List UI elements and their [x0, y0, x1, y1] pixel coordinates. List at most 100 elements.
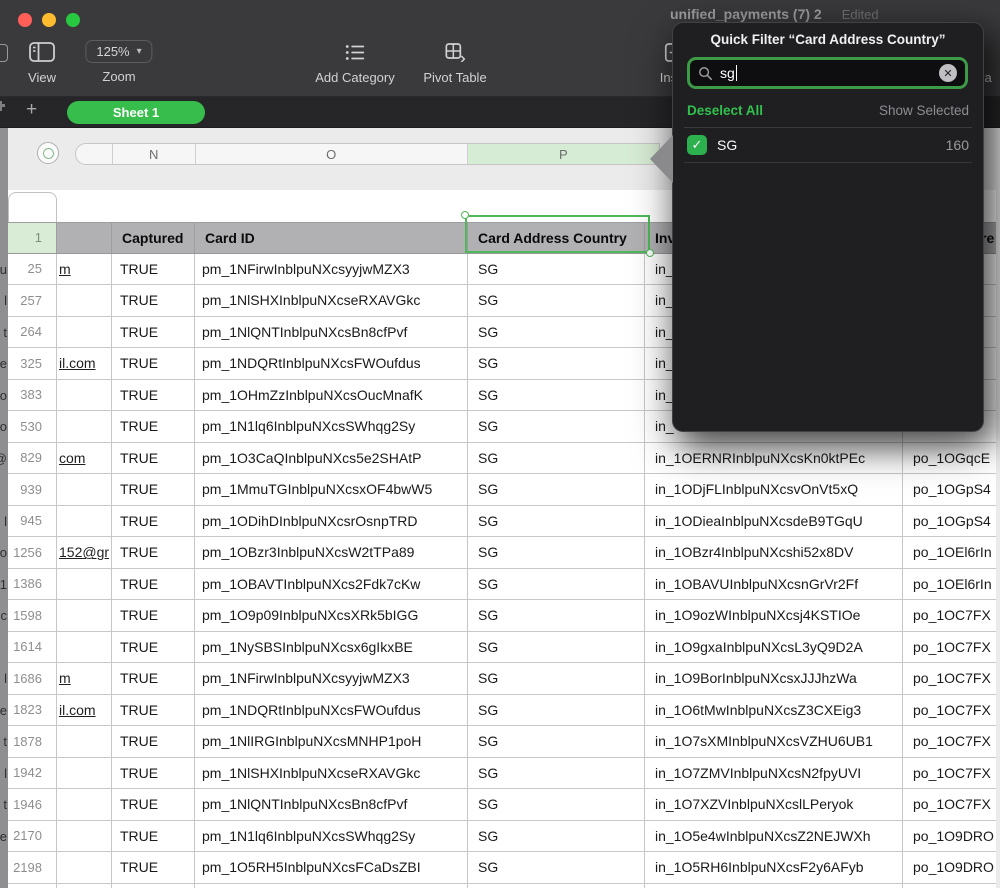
pivot-table-button[interactable]: Pivot Table: [423, 0, 486, 85]
captured-cell[interactable]: TRUE: [112, 474, 195, 505]
show-selected-link[interactable]: Show Selected: [879, 103, 969, 118]
country-cell[interactable]: SG: [468, 285, 645, 316]
captured-cell[interactable]: TRUE: [112, 285, 195, 316]
email-cell-clipped[interactable]: [57, 506, 112, 537]
captured-cell[interactable]: TRUE: [112, 695, 195, 726]
invoice-cell[interactable]: in_1O9gxaInblpuNXcsL3yQ9D2A: [645, 632, 903, 663]
email-cell-clipped[interactable]: [57, 632, 112, 663]
country-cell[interactable]: [468, 884, 645, 888]
email-cell-clipped[interactable]: [57, 852, 112, 883]
payout-cell[interactable]: po_1OGpS4: [903, 506, 996, 537]
email-cell-clipped[interactable]: m: [57, 663, 112, 694]
email-cell-clipped[interactable]: 152@gr: [57, 537, 112, 568]
invoice-cell[interactable]: in_1OBAVUInblpuNXcsnGrVr2Ff: [645, 569, 903, 600]
captured-cell[interactable]: TRUE: [112, 852, 195, 883]
row-number-cell[interactable]: 1614: [8, 632, 57, 663]
captured-cell[interactable]: TRUE: [112, 537, 195, 568]
captured-column-header[interactable]: Captured: [112, 223, 195, 253]
captured-cell[interactable]: TRUE: [112, 789, 195, 820]
card-id-cell[interactable]: pm_1NFirwInblpuNXcsyyjwMZX3: [195, 254, 468, 285]
payout-cell[interactable]: po_1OC7FX: [903, 663, 996, 694]
invoice-cell[interactable]: in_1O9ozWInblpuNXcsj4KSTIOe: [645, 600, 903, 631]
email-cell-clipped[interactable]: [57, 569, 112, 600]
captured-cell[interactable]: TRUE: [112, 254, 195, 285]
row-number-cell[interactable]: 1823: [8, 695, 57, 726]
view-button[interactable]: View: [28, 0, 56, 85]
filter-option-row[interactable]: ✓ SG 160: [687, 129, 969, 161]
invoice-cell[interactable]: in_1O5RH6InblpuNXcsF2y6AFyb: [645, 852, 903, 883]
table-handle[interactable]: [37, 142, 59, 164]
card-id-cell[interactable]: pm_1O9p09InblpuNXcsXRk5bIGG: [195, 600, 468, 631]
invoice-cell[interactable]: in_1O9BorInblpuNXcsxJJJhzWa: [645, 663, 903, 694]
zoom-control[interactable]: 125% ▾ Zoom: [85, 0, 152, 84]
row-number-cell[interactable]: 2198: [8, 852, 57, 883]
captured-cell[interactable]: TRUE: [112, 663, 195, 694]
column-letter-p-selected[interactable]: P: [468, 144, 659, 164]
payout-cell[interactable]: po_1OC7FX: [903, 632, 996, 663]
row-number-cell[interactable]: 25: [8, 254, 57, 285]
payout-cell[interactable]: po_1OEl6rIn: [903, 537, 996, 568]
captured-cell[interactable]: TRUE: [112, 506, 195, 537]
email-cell-clipped[interactable]: [57, 411, 112, 442]
payout-cell[interactable]: po_1O9DRO: [903, 852, 996, 883]
card-address-country-column-header[interactable]: Card Address Country: [468, 223, 645, 253]
captured-cell[interactable]: TRUE: [112, 758, 195, 789]
email-cell-clipped[interactable]: [57, 474, 112, 505]
captured-cell[interactable]: TRUE: [112, 821, 195, 852]
row-number-header[interactable]: 1: [8, 223, 57, 253]
captured-cell[interactable]: TRUE: [112, 348, 195, 379]
zoom-dropdown[interactable]: 125% ▾: [85, 40, 152, 63]
row-number-cell[interactable]: 530: [8, 411, 57, 442]
email-cell-clipped[interactable]: il.com: [57, 348, 112, 379]
invoice-cell[interactable]: [645, 884, 903, 888]
invoice-cell[interactable]: in_1OBzr4InblpuNXcshi52x8DV: [645, 537, 903, 568]
payout-cell[interactable]: po_1OEl6rIn: [903, 569, 996, 600]
email-cell-clipped[interactable]: [57, 285, 112, 316]
invoice-cell[interactable]: in_1ODieaInblpuNXcsdeB9TGqU: [645, 506, 903, 537]
row-number-cell[interactable]: 1256: [8, 537, 57, 568]
email-cell-clipped[interactable]: [57, 821, 112, 852]
country-cell[interactable]: SG: [468, 348, 645, 379]
card-id-cell[interactable]: pm_1MmuTGInblpuNXcsxOF4bwW5: [195, 474, 468, 505]
row-number-cell[interactable]: 383: [8, 380, 57, 411]
card-id-cell[interactable]: pm_1N1lq6InblpuNXcsSWhqg2Sy: [195, 821, 468, 852]
country-cell[interactable]: SG: [468, 663, 645, 694]
email-cell-clipped[interactable]: il.com: [57, 695, 112, 726]
row-number-cell[interactable]: 1878: [8, 726, 57, 757]
country-cell[interactable]: SG: [468, 443, 645, 474]
filter-search-input[interactable]: sg ✕: [687, 57, 968, 89]
card-id-cell[interactable]: pm_1NlIRGInblpuNXcsMNHP1poH: [195, 726, 468, 757]
deselect-all-link[interactable]: Deselect All: [687, 103, 763, 118]
row-number-cell[interactable]: 939: [8, 474, 57, 505]
country-cell[interactable]: SG: [468, 600, 645, 631]
country-cell[interactable]: SG: [468, 380, 645, 411]
payout-cell[interactable]: po_1OGqcE: [903, 443, 996, 474]
add-category-button[interactable]: Add Category: [315, 0, 395, 85]
column-letter-n[interactable]: N: [113, 144, 196, 164]
card-id-cell[interactable]: pm_1OBAVTInblpuNXcs2Fdk7cKw: [195, 569, 468, 600]
payout-cell[interactable]: po_1OC7FX: [903, 789, 996, 820]
country-cell[interactable]: SG: [468, 537, 645, 568]
captured-cell[interactable]: TRUE: [112, 380, 195, 411]
add-sheet-button[interactable]: +: [26, 99, 37, 121]
row-number-cell[interactable]: 829: [8, 443, 57, 474]
card-id-cell[interactable]: pm_1ODihDInblpuNXcsrOsnpTRD: [195, 506, 468, 537]
card-id-cell[interactable]: pm_1NFirwInblpuNXcsyyjwMZX3: [195, 663, 468, 694]
country-cell[interactable]: SG: [468, 632, 645, 663]
card-id-cell[interactable]: pm_1O3CaQInblpuNXcs5e2SHAtP: [195, 443, 468, 474]
invoice-cell[interactable]: in_1O6tMwInblpuNXcsZ3CXEig3: [645, 695, 903, 726]
country-cell[interactable]: SG: [468, 317, 645, 348]
card-id-cell[interactable]: pm_1OHmZzInblpuNXcsOucMnafK: [195, 380, 468, 411]
captured-cell[interactable]: TRUE: [112, 443, 195, 474]
captured-cell[interactable]: [112, 884, 195, 888]
country-cell[interactable]: SG: [468, 569, 645, 600]
column-letter-o[interactable]: O: [196, 144, 468, 164]
email-cell-clipped[interactable]: com: [57, 443, 112, 474]
card-id-cell[interactable]: pm_1NlQNTInblpuNXcsBn8cfPvf: [195, 317, 468, 348]
payout-cell[interactable]: po_1OC7FX: [903, 726, 996, 757]
payout-cell[interactable]: po_1OGpS4: [903, 474, 996, 505]
country-cell[interactable]: SG: [468, 411, 645, 442]
card-id-cell[interactable]: [195, 884, 468, 888]
clear-search-button[interactable]: ✕: [939, 64, 957, 82]
row-number-cell[interactable]: 1598: [8, 600, 57, 631]
